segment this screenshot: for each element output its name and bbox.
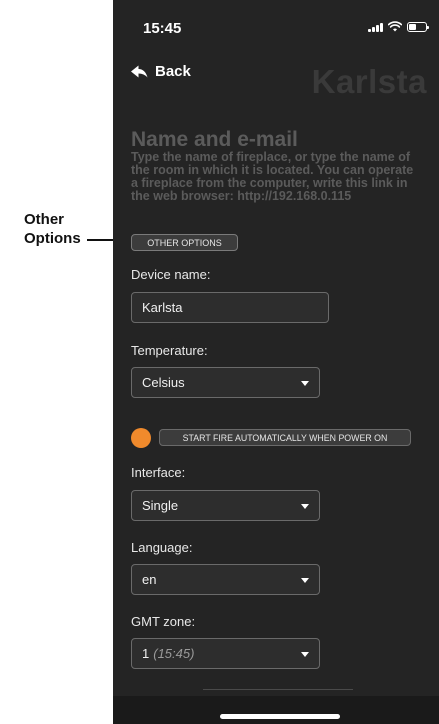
device-name-input[interactable]: Karlsta	[131, 292, 329, 323]
device-name-label: Device name:	[131, 267, 211, 282]
auto-start-toggle[interactable]	[131, 428, 151, 448]
language-value: en	[142, 572, 157, 587]
callout-text-line1: Other	[24, 211, 65, 228]
gmt-zone-time-hint: (15:45)	[153, 646, 195, 661]
temperature-label: Temperature:	[131, 343, 208, 358]
section-title: Name and e-mail	[131, 128, 298, 151]
temperature-select[interactable]: Celsius	[131, 367, 320, 398]
interface-label: Interface:	[131, 465, 186, 480]
interface-select[interactable]: Single	[131, 490, 320, 521]
start-fire-auto-button[interactable]: START FIRE AUTOMATICALLY WHEN POWER ON	[159, 429, 411, 446]
language-label: Language:	[131, 540, 193, 555]
language-select[interactable]: en	[131, 564, 320, 595]
section-description: Type the name of fireplace, or type the …	[131, 150, 414, 203]
divider	[203, 689, 353, 690]
interface-value: Single	[142, 498, 179, 513]
gmt-zone-value: 1	[142, 646, 150, 661]
status-bar: 15:45	[113, 0, 439, 48]
phone-screen: 15:45 Back Karlsta Name and e-mail Type …	[113, 0, 439, 724]
dropdown-caret-icon	[301, 381, 309, 386]
back-label: Back	[155, 63, 191, 80]
home-indicator[interactable]	[220, 714, 340, 719]
callout-text-line2: Options	[24, 230, 81, 247]
temperature-value: Celsius	[142, 375, 185, 390]
other-options-button[interactable]: OTHER OPTIONS	[131, 234, 238, 251]
cellular-signal-icon	[368, 22, 383, 32]
dropdown-caret-icon	[301, 504, 309, 509]
dropdown-caret-icon	[301, 578, 309, 583]
dropdown-caret-icon	[301, 652, 309, 657]
gmt-zone-label: GMT zone:	[131, 614, 196, 629]
gmt-zone-select[interactable]: 1 (15:45)	[131, 638, 320, 669]
device-name-value: Karlsta	[142, 300, 183, 315]
wifi-icon	[388, 21, 402, 32]
callout-text: Other Options	[24, 210, 81, 248]
back-button[interactable]: Back	[131, 63, 191, 80]
back-arrow-icon	[131, 65, 148, 78]
status-icons	[368, 21, 429, 32]
battery-icon	[407, 21, 429, 32]
bottom-safe-area	[113, 696, 439, 724]
device-title-watermark: Karlsta	[311, 63, 427, 100]
status-time: 15:45	[143, 20, 182, 37]
